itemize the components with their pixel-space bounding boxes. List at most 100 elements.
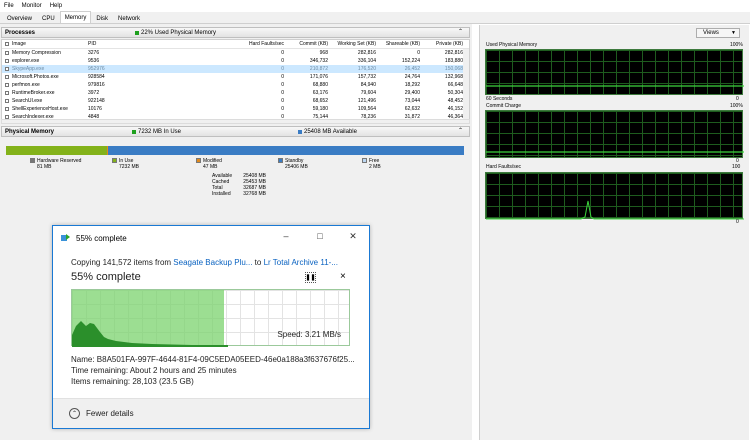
free-swatch (362, 158, 367, 164)
table-row[interactable]: Microsoft.Photos.exe 928584 0 171,076 157,73… (2, 73, 469, 81)
cell-commit: 968 (319, 50, 328, 56)
tab-cpu[interactable]: CPU (37, 13, 60, 23)
menu-monitor[interactable]: Monitor (22, 3, 42, 9)
cell-shareable: 152,224 (401, 58, 420, 64)
column-working-set[interactable]: Working Set (KB) (329, 40, 376, 49)
table-header: Image PID Hard Faults/sec Commit (KB) Wo… (2, 40, 469, 49)
collapse-chevron-icon[interactable]: ⌃ (458, 128, 465, 134)
cell-commit: 68,880 (312, 82, 328, 88)
fewer-details-button[interactable]: ⌃ Fewer details (69, 408, 134, 419)
tab-network[interactable]: Network (113, 13, 145, 23)
column-image[interactable]: Image (12, 40, 26, 49)
legend-value: 25406 MB (285, 164, 308, 170)
cell-private: 48,452 (447, 98, 463, 104)
legend-modified: Modified 47 MB (196, 158, 222, 170)
modified-swatch (196, 158, 201, 164)
cell-image: SearchUI.exe (12, 98, 43, 104)
row-checkbox[interactable] (5, 67, 9, 71)
menu-help[interactable]: Help (50, 3, 62, 9)
source-link[interactable]: Seagate Backup Plu... (173, 258, 252, 267)
tab-memory[interactable]: Memory (59, 11, 92, 23)
commit-charge-line (486, 151, 744, 153)
vertical-scrollbar[interactable] (463, 49, 469, 123)
cell-hard-faults: 0 (281, 66, 284, 72)
row-checkbox[interactable] (5, 51, 9, 55)
row-checkbox[interactable] (5, 91, 9, 95)
pause-button[interactable]: ❚❚ (305, 272, 316, 283)
dialog-footer: ⌃ Fewer details (53, 398, 369, 428)
table-row[interactable]: Memory Compression 3276 0 968 282,816 0 282,81… (2, 49, 469, 57)
cell-shareable: 24,764 (404, 74, 420, 80)
cell-image: Memory Compression (12, 50, 61, 56)
tab-overview[interactable]: Overview (2, 13, 37, 23)
green-square-icon (135, 30, 139, 35)
speed-label: Speed: 3.21 MB/s (277, 330, 341, 339)
hard-faults-graph (485, 172, 744, 220)
stat-value: 32768 MB (243, 191, 266, 197)
table-row[interactable]: perfmon.exe 979816 0 68,880 84,940 18,292 66,6… (2, 81, 469, 89)
column-private[interactable]: Private (KB) (421, 40, 463, 49)
cell-commit: 346,732 (309, 58, 328, 64)
table-row[interactable]: SkypeApp.exe 952976 0 210,872 176,520 26,452 1… (2, 65, 469, 73)
cell-commit: 210,872 (309, 66, 328, 72)
graph-title-hard-faults: Hard Faults/sec (486, 164, 522, 170)
legend-hardware-reserved: Hardware Reserved 81 MB (30, 158, 81, 170)
menu-file[interactable]: File (4, 3, 14, 9)
hard-faults-line (486, 200, 744, 220)
graph-title-commit-charge: Commit Charge (486, 103, 522, 109)
available-text: 25408 MB Available (304, 128, 357, 135)
cancel-copy-icon[interactable]: × (340, 271, 346, 282)
graph-min-used-memory: 0 (736, 96, 739, 102)
cell-pid: 9536 (88, 58, 100, 64)
memory-bar-in-use (6, 146, 107, 155)
copy-icon (61, 233, 71, 244)
cell-commit: 63,176 (312, 90, 328, 96)
maximize-icon[interactable]: □ (313, 231, 327, 241)
table-row[interactable]: ShellExperienceHost.exe 10176 0 59,180 109,5… (2, 105, 469, 113)
cell-pid: 10176 (88, 106, 102, 112)
time-remaining-line: Time remaining: About 2 hours and 25 min… (71, 366, 237, 375)
cell-shareable: 62,632 (404, 106, 420, 112)
graph-max-used-memory: 100% (730, 42, 743, 48)
cell-shareable: 26,452 (404, 66, 420, 72)
horizontal-scrollbar[interactable] (1, 119, 470, 124)
select-all-checkbox[interactable] (5, 42, 9, 46)
cell-private: 66,648 (447, 82, 463, 88)
menu-bar: File Monitor Help (0, 0, 750, 12)
cell-private: 132,968 (444, 74, 463, 80)
collapse-chevron-icon[interactable]: ⌃ (458, 29, 465, 35)
legend-value: 7232 MB (119, 164, 140, 170)
row-checkbox[interactable] (5, 75, 9, 79)
processes-section-header[interactable]: Processes 22% Used Physical Memory ⌃ (1, 27, 470, 38)
copy-prefix: Copying 141,572 items from (71, 258, 174, 267)
memory-bar-standby (108, 146, 464, 155)
close-icon[interactable]: ✕ (346, 231, 360, 242)
copy-details: Name: B8A501FA-997F-4644-81F4-09C5EDA05E… (71, 354, 355, 387)
cell-shareable: 18,292 (404, 82, 420, 88)
minimize-icon[interactable]: – (279, 231, 293, 241)
cell-hard-faults: 0 (281, 50, 284, 56)
row-checkbox[interactable] (5, 59, 9, 63)
table-row[interactable]: RuntimeBroker.exe 3972 0 63,176 79,604 29,400… (2, 89, 469, 97)
row-checkbox[interactable] (5, 107, 9, 111)
views-dropdown[interactable]: Views ▼ (696, 28, 740, 38)
row-checkbox[interactable] (5, 83, 9, 87)
table-row[interactable]: SearchUI.exe 922148 0 68,652 121,496 73,044 48… (2, 97, 469, 105)
column-pid[interactable]: PID (88, 40, 96, 49)
row-checkbox[interactable] (5, 99, 9, 103)
column-hard-faults[interactable]: Hard Faults/sec (232, 40, 284, 49)
destination-link[interactable]: Lr Total Archive 11-... (264, 258, 338, 267)
tab-disk[interactable]: Disk (91, 13, 113, 23)
tab-strip: Overview CPU Memory Disk Network (0, 11, 750, 24)
table-row[interactable]: explorer.exe 9536 0 346,732 336,104 152,224 18… (2, 57, 469, 65)
commit-charge-graph (485, 110, 744, 158)
cell-pid: 922148 (88, 98, 105, 104)
cell-image: perfmon.exe (12, 82, 40, 88)
column-commit[interactable]: Commit (KB) (285, 40, 328, 49)
column-shareable[interactable]: Shareable (KB) (377, 40, 420, 49)
cell-image: explorer.exe (12, 58, 40, 64)
in-use-text: 7232 MB In Use (138, 128, 182, 135)
stat-key: Installed (212, 191, 231, 197)
physical-memory-section-header[interactable]: Physical Memory 7232 MB In Use 25408 MB … (1, 126, 470, 137)
copy-description: Copying 141,572 items from Seagate Backu… (71, 258, 338, 267)
